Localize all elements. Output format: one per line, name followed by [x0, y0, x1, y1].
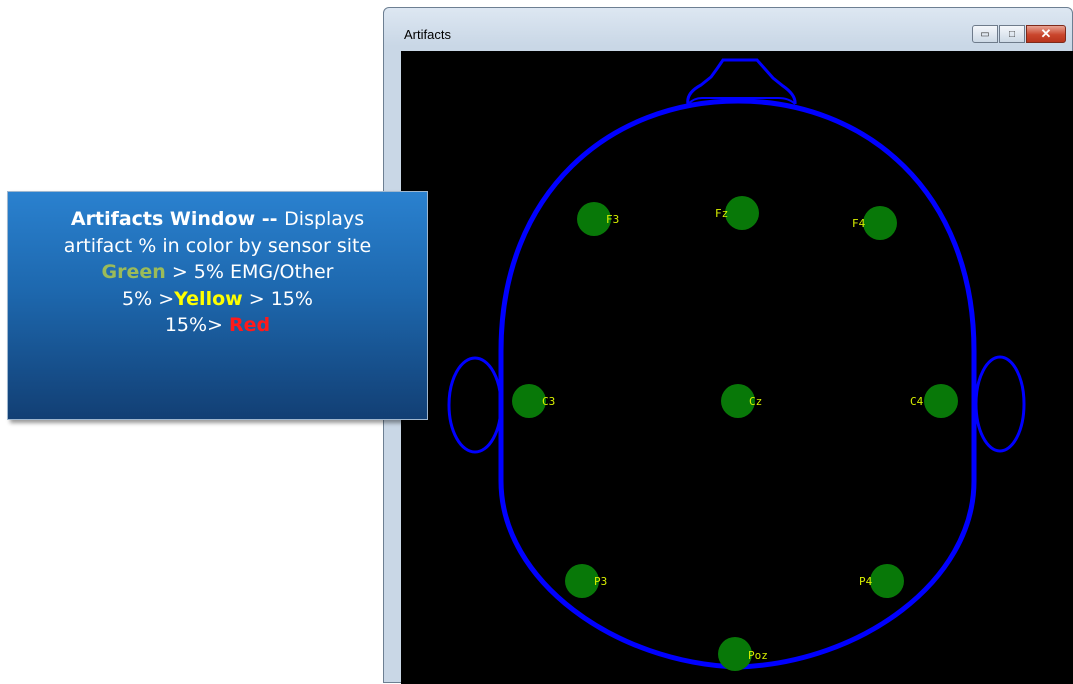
- sensor-label-p3: P3: [594, 575, 607, 588]
- callout-line-4: 5% >Yellow > 15%: [8, 286, 427, 313]
- callout-separator: --: [255, 208, 285, 230]
- sensor-label-poz: Poz: [748, 649, 768, 662]
- red-prefix: 15%>: [164, 314, 230, 336]
- sensor-label-c3: C3: [542, 395, 555, 408]
- green-threshold: > 5% EMG/Other: [165, 261, 334, 283]
- sensor-label-f3: F3: [606, 213, 619, 226]
- sensor-label-f4: F4: [852, 217, 866, 230]
- sensor-label-c4: C4: [910, 395, 924, 408]
- sensor-label-p4: P4: [859, 575, 873, 588]
- callout-line-2: artifact % in color by sensor site: [63, 234, 372, 257]
- maximize-icon: □: [1008, 28, 1016, 40]
- callout-line-3: Green > 5% EMG/Other: [8, 259, 427, 286]
- title-bar[interactable]: Artifacts ▭ □ ✕: [384, 8, 1072, 48]
- sensor-label-fz: Fz: [715, 207, 728, 220]
- maximize-button[interactable]: □: [999, 25, 1025, 43]
- window-title: Artifacts: [404, 27, 451, 42]
- yellow-label: Yellow: [174, 287, 243, 310]
- head-map-canvas: F3 Fz F4 C3 Cz C4 P3 P4 Poz: [401, 51, 1073, 684]
- sensor-p4: [870, 564, 904, 598]
- artifacts-callout: Artifacts Window -- Displays artifact % …: [7, 191, 428, 420]
- sensor-label-cz: Cz: [749, 395, 762, 408]
- red-label: Red: [229, 314, 271, 336]
- sensor-c4: [924, 384, 958, 418]
- callout-line-5: 15%> Red: [8, 312, 427, 339]
- minimize-icon: ▭: [980, 28, 990, 40]
- sensor-poz: [718, 637, 752, 671]
- close-icon: ✕: [1040, 26, 1052, 41]
- head-map: F3 Fz F4 C3 Cz C4 P3 P4 Poz: [447, 58, 1026, 671]
- artifacts-window: Artifacts ▭ □ ✕ F3 Fz F4 C3 Cz C4 P3 P4 Poz: [383, 7, 1073, 684]
- right-ear: [974, 355, 1026, 453]
- minimize-button[interactable]: ▭: [972, 25, 998, 43]
- yellow-threshold: > 15%: [242, 287, 313, 310]
- callout-title: Artifacts Window: [70, 208, 256, 230]
- sensor-fz: [725, 196, 759, 230]
- sensor-f4: [863, 206, 897, 240]
- left-ear: [447, 356, 503, 454]
- yellow-prefix: 5% >: [122, 287, 175, 310]
- green-label: Green: [101, 261, 166, 283]
- callout-line-1: Artifacts Window -- Displays: [8, 206, 427, 233]
- window-controls: ▭ □ ✕: [971, 25, 1066, 45]
- callout-line1-rest: Displays: [284, 208, 365, 230]
- sensor-c3: [512, 384, 546, 418]
- close-button[interactable]: ✕: [1026, 25, 1066, 43]
